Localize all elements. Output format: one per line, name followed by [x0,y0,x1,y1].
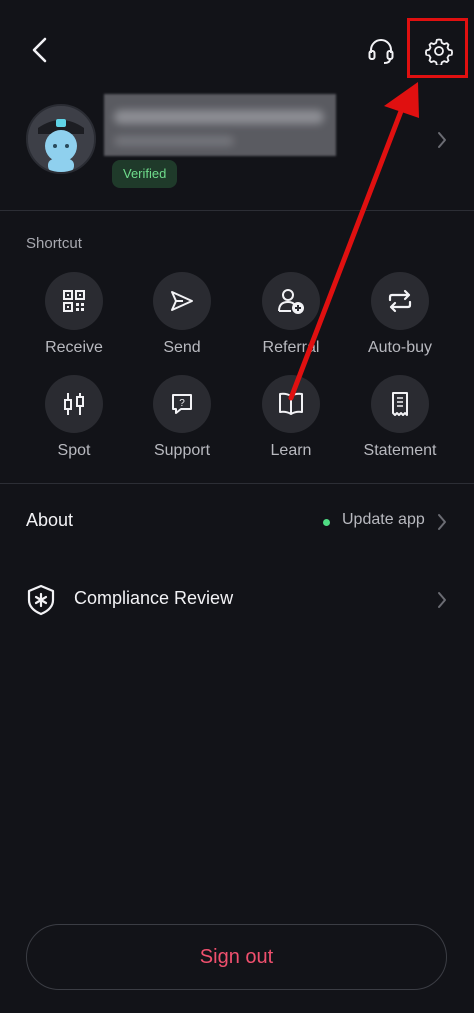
annotation-highlight-box [407,18,468,78]
repeat-icon [388,289,412,313]
about-label: About [26,510,74,530]
candlestick-icon [64,393,84,415]
shortcut-label: Statement [363,442,437,459]
shortcut-label: Spot [57,442,91,459]
shortcut-label: Learn [270,442,312,459]
chevron-right-icon [438,132,446,148]
compliance-review-row[interactable]: Compliance Review [0,570,474,630]
about-row[interactable]: About Update app [0,492,474,552]
shortcut-statement[interactable]: Statement [350,375,450,460]
qr-code-icon [63,290,85,312]
headset-icon [368,39,394,64]
shortcut-label: Support [153,442,211,459]
chevron-left-icon [32,37,47,63]
customer-support-button[interactable] [362,32,400,70]
shortcut-label: Receive [45,339,103,356]
shortcut-section-title: Shortcut [26,235,82,252]
back-button[interactable] [22,30,58,70]
chevron-right-icon [438,592,446,608]
divider [0,483,474,484]
shortcut-support[interactable]: ? Support [132,375,232,460]
update-app-label: Update app [342,511,425,528]
shortcut-auto-buy[interactable]: Auto-buy [350,272,450,357]
shield-asterisk-icon [27,584,55,616]
book-icon [279,392,303,415]
svg-text:?: ? [179,398,185,409]
shortcut-spot[interactable]: Spot [24,375,124,460]
shortcut-label: Referral [262,339,320,356]
shortcut-referral[interactable]: Referral [241,272,341,357]
shortcut-label: Auto-buy [367,339,433,356]
add-user-icon [278,289,304,314]
chevron-right-icon [438,514,446,530]
update-indicator-dot [323,519,330,526]
verified-badge: Verified [112,160,178,188]
avatar [26,104,96,174]
divider [0,210,474,211]
sign-out-button[interactable]: Sign out [26,924,447,990]
email-redacted [104,94,336,156]
send-icon [171,291,193,311]
receipt-icon [392,392,408,416]
help-chat-icon: ? [172,394,192,414]
top-bar [0,0,474,100]
shortcut-send[interactable]: Send [132,272,232,357]
shortcut-learn[interactable]: Learn [241,375,341,460]
shortcut-label: Send [163,339,201,356]
shortcut-receive[interactable]: Receive [24,272,124,357]
compliance-review-label: Compliance Review [74,588,234,608]
profile-row[interactable]: Verified [0,92,474,202]
